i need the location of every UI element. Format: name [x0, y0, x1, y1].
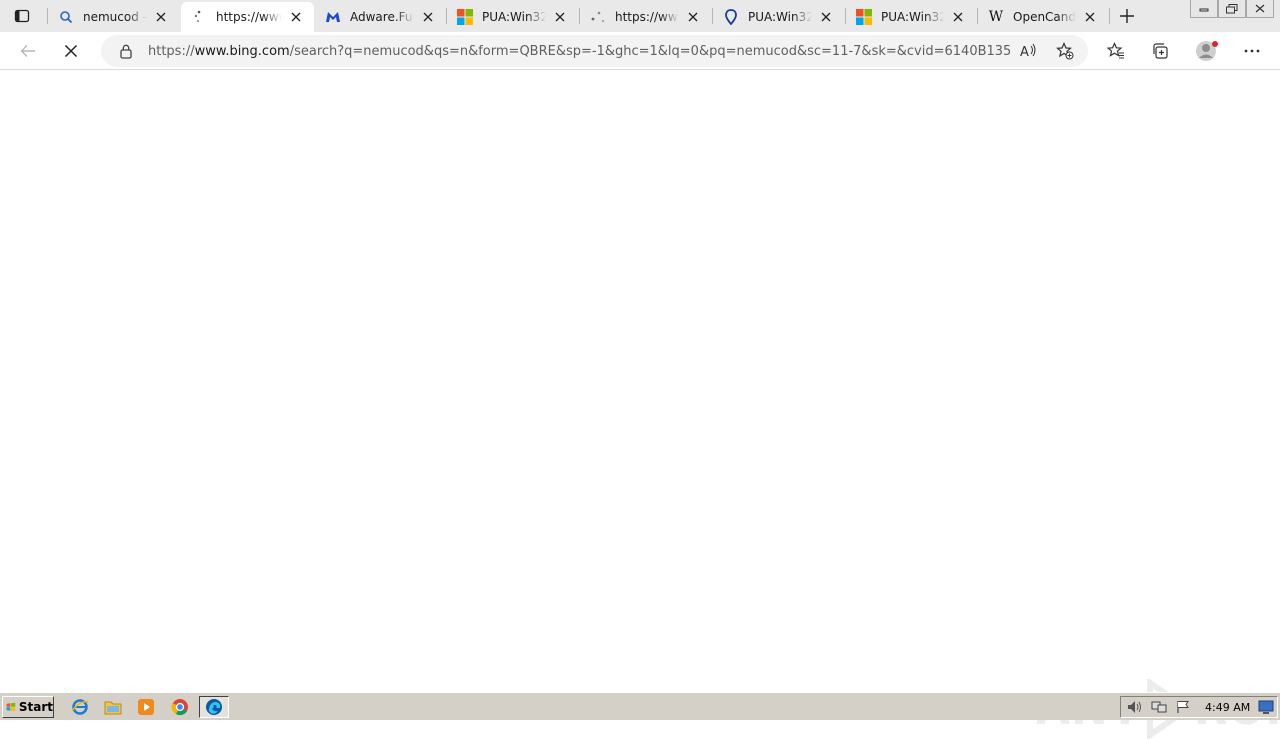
tab-active-loading[interactable]: https://www: [181, 2, 314, 32]
close-tab-button[interactable]: [950, 9, 966, 25]
close-icon: [1255, 4, 1265, 13]
microsoft-icon: [856, 9, 872, 25]
favorites-icon: [1107, 42, 1124, 59]
close-icon: [423, 12, 433, 22]
wikipedia-icon: W: [988, 9, 1004, 25]
tab-adware-fusion[interactable]: Adware.Fusic: [315, 2, 446, 32]
tab-title: PUA:Win32/F: [482, 10, 546, 24]
page-content: ANY RUN: [0, 71, 1280, 739]
avatar: [1196, 41, 1218, 61]
close-icon: [156, 12, 166, 22]
restore-button[interactable]: [1218, 0, 1246, 18]
profile-button[interactable]: [1192, 37, 1222, 65]
close-tab-button[interactable]: [685, 9, 701, 25]
action-center-flag-icon[interactable]: [1173, 698, 1193, 716]
tab-pua-win32-3[interactable]: PUA:Win32/: [846, 2, 976, 32]
volume-icon[interactable]: [1125, 698, 1145, 716]
edge-icon[interactable]: [199, 696, 229, 718]
chrome-icon[interactable]: [169, 697, 191, 717]
start-label: Start: [18, 700, 53, 714]
close-tab-button[interactable]: [153, 9, 169, 25]
loading-icon: [191, 9, 207, 25]
show-desktop-icon[interactable]: [1258, 699, 1274, 715]
tab-title: Adware.Fusic: [350, 10, 414, 24]
url-prefix: https://: [148, 43, 195, 59]
close-icon: [291, 12, 301, 22]
tab-title: PUA:Win32/: [748, 10, 812, 24]
close-tab-button[interactable]: [818, 9, 834, 25]
close-window-button[interactable]: [1246, 0, 1274, 18]
lock-icon[interactable]: [118, 43, 134, 59]
favorites-button[interactable]: [1102, 37, 1130, 65]
read-aloud-icon: A: [1020, 43, 1036, 59]
collections-button[interactable]: [1146, 37, 1174, 65]
back-arrow-icon: [20, 45, 35, 57]
browser-toolbar: https://www.bing.com/search?q=nemucod&qs…: [0, 32, 1280, 70]
minimize-button[interactable]: [1190, 0, 1218, 18]
close-icon: [555, 12, 565, 22]
explorer-folder-icon[interactable]: [102, 697, 124, 717]
media-player-icon[interactable]: [135, 697, 157, 717]
tab-title: https://www: [216, 10, 282, 24]
add-favorite-button[interactable]: [1054, 40, 1076, 62]
tab-actions-button[interactable]: [10, 6, 34, 26]
tab-title: PUA:Win32/: [881, 10, 944, 24]
close-tab-button[interactable]: [288, 9, 304, 25]
minimize-icon: [1199, 8, 1209, 11]
tab-loading-2[interactable]: https://www: [580, 2, 711, 32]
close-icon: [821, 12, 831, 22]
location-pin-icon: [723, 9, 739, 25]
tab-opencandy[interactable]: W OpenCandy: [978, 2, 1108, 32]
tab-bing-search[interactable]: nemucod - S: [48, 2, 179, 32]
start-button[interactable]: Start: [2, 696, 54, 718]
address-bar[interactable]: https://www.bing.com/search?q=nemucod&qs…: [101, 35, 1088, 67]
tab-pua-win32-2[interactable]: PUA:Win32/: [713, 2, 844, 32]
ie-icon[interactable]: [69, 697, 91, 717]
settings-more-button[interactable]: [1238, 37, 1266, 65]
loading-icon: [590, 9, 606, 25]
collections-icon: [1153, 43, 1168, 59]
read-aloud-button[interactable]: A: [1018, 40, 1040, 62]
back-button[interactable]: [14, 37, 42, 65]
url-text[interactable]: https://www.bing.com/search?q=nemucod&qs…: [148, 44, 1010, 59]
stop-icon: [64, 44, 78, 58]
close-icon: [688, 12, 698, 22]
tab-separator: [1109, 8, 1110, 24]
star-add-icon: [1056, 42, 1074, 60]
window-controls: [1190, 0, 1274, 18]
close-tab-button[interactable]: [1082, 9, 1098, 25]
system-tray: 4:49 AM: [1120, 696, 1278, 718]
malwarebytes-icon: [325, 9, 341, 25]
tab-strip: nemucod - S https://www Adware.Fusic PUA…: [0, 0, 1280, 32]
svg-text:A: A: [1020, 45, 1029, 59]
windows-logo-icon: [6, 702, 16, 712]
url-host: www.bing.com: [194, 43, 290, 59]
tab-pua-win32-1[interactable]: PUA:Win32/F: [447, 2, 578, 32]
close-tab-button[interactable]: [552, 9, 568, 25]
close-tab-button[interactable]: [420, 9, 436, 25]
tab-title: OpenCandy: [1013, 10, 1076, 24]
taskbar: Start 4:49 AM: [0, 692, 1280, 720]
more-dots-icon: [1244, 49, 1260, 53]
close-icon: [1085, 12, 1095, 22]
stop-loading-button[interactable]: [57, 37, 85, 65]
url-path: /search?q=nemucod&qs=n&form=QBRE&sp=-1&g…: [289, 43, 1010, 59]
tab-title: https://www: [615, 10, 679, 24]
restore-icon: [1226, 3, 1238, 13]
microsoft-icon: [457, 9, 473, 25]
tab-title: nemucod - S: [83, 10, 147, 24]
close-icon: [953, 12, 963, 22]
tab-actions-icon: [14, 9, 30, 23]
plus-icon: [1120, 9, 1134, 23]
network-icon[interactable]: [1149, 698, 1169, 716]
search-icon: [58, 9, 74, 25]
new-tab-button[interactable]: [1116, 5, 1138, 27]
clock[interactable]: 4:49 AM: [1205, 701, 1250, 714]
